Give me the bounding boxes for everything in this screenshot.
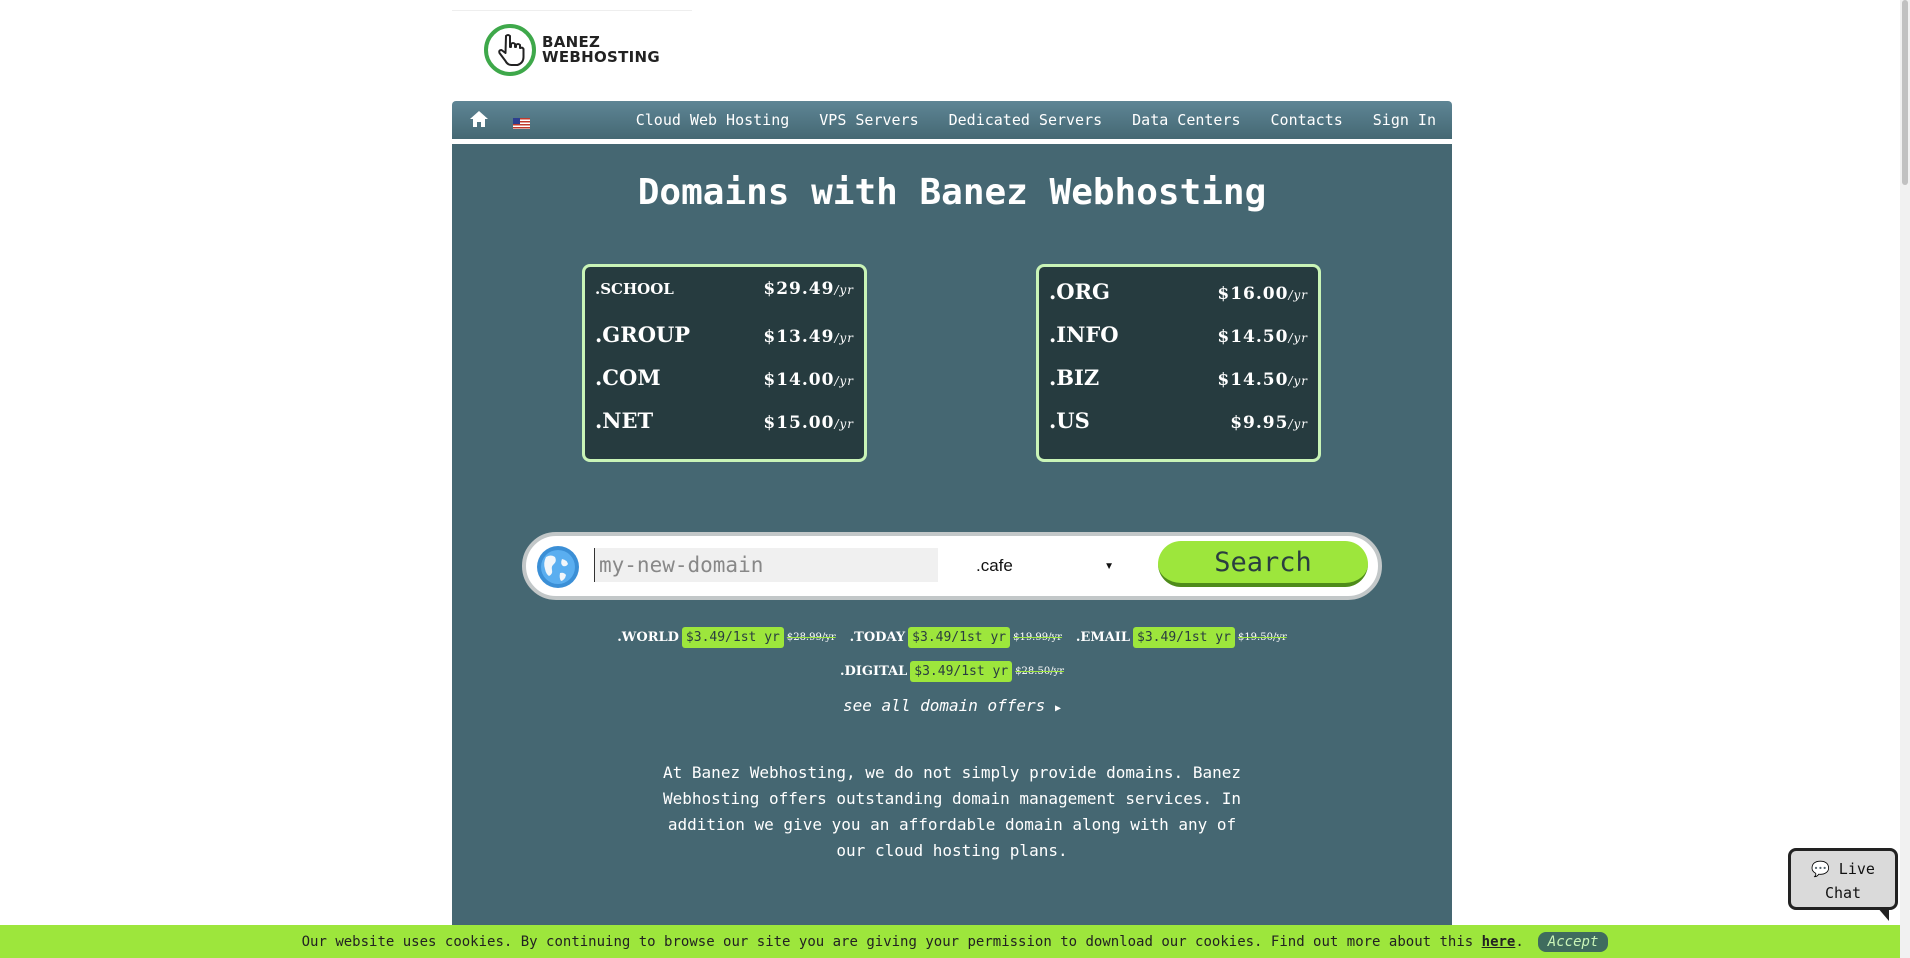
tld-price: $14.00/yr <box>763 370 854 390</box>
tld-price: $29.49/yr <box>763 279 854 299</box>
nav-links: Cloud Web Hosting VPS Servers Dedicated … <box>606 101 1436 139</box>
price-row: .ORG $16.00/yr <box>1049 279 1308 322</box>
live-chat-button[interactable]: 💬 Live Chat <box>1788 848 1898 921</box>
offer-deal: $3.49/1st yr <box>681 626 784 648</box>
page-title: Domains with Banez Webhosting <box>637 172 1267 213</box>
tld-name: .INFO <box>1049 322 1119 347</box>
live-chat-line2: Chat <box>1824 884 1862 902</box>
tld-name: .GROUP <box>595 322 691 347</box>
tld-name: .NET <box>595 408 654 433</box>
nav-vps-servers[interactable]: VPS Servers <box>819 111 918 129</box>
offer-tld: .EMAIL <box>1075 629 1131 645</box>
offer-item[interactable]: .EMAIL $3.49/1st yr $19.50/yr <box>1075 626 1287 648</box>
price-row: .INFO $14.50/yr <box>1049 322 1308 365</box>
description-text: At Banez Webhosting, we do not simply pr… <box>663 763 1241 860</box>
domain-offers: .WORLD $3.49/1st yr $28.99/yr .TODAY $3.… <box>452 620 1452 688</box>
offer-tld: .DIGITAL <box>840 663 908 679</box>
price-row: .BIZ $14.50/yr <box>1049 365 1308 408</box>
nav-cloud-web-hosting[interactable]: Cloud Web Hosting <box>636 111 790 129</box>
pointer-hand-icon <box>484 24 536 76</box>
logo-area: BANEZ WEBHOSTING <box>452 10 692 90</box>
cookie-period: . <box>1515 933 1524 950</box>
price-row: .GROUP $13.49/yr <box>595 322 854 365</box>
offer-deal: $3.49/1st yr <box>908 626 1011 648</box>
offer-line: .WORLD $3.49/1st yr $28.99/yr .TODAY $3.… <box>452 620 1452 654</box>
domain-search-input[interactable] <box>594 548 938 582</box>
price-row: .SCHOOL $29.49/yr <box>595 279 854 322</box>
offer-item[interactable]: .TODAY $3.49/1st yr $19.99/yr <box>849 626 1062 648</box>
tld-price: $14.50/yr <box>1217 327 1308 347</box>
tld-name: .ORG <box>1049 279 1110 304</box>
logo[interactable]: BANEZ WEBHOSTING <box>484 24 660 76</box>
cookie-text: Our website uses cookies. By continuing … <box>301 933 1474 950</box>
domain-search-bar: .cafe ▼ Search <box>522 532 1382 600</box>
us-flag-icon[interactable] <box>513 114 530 129</box>
nav-data-centers[interactable]: Data Centers <box>1132 111 1240 129</box>
price-row: .COM $14.00/yr <box>595 365 854 408</box>
tld-price: $9.95/yr <box>1230 413 1308 433</box>
nav-sign-in[interactable]: Sign In <box>1373 111 1436 129</box>
home-icon[interactable] <box>469 110 489 128</box>
search-button[interactable]: Search <box>1158 541 1368 587</box>
see-all-label: see all domain offers <box>843 696 1046 715</box>
globe-icon <box>536 545 580 589</box>
logo-text: BANEZ WEBHOSTING <box>542 33 661 66</box>
nav-contacts[interactable]: Contacts <box>1271 111 1343 129</box>
domains-panel: Domains with Banez Webhosting .SCHOOL $2… <box>452 144 1452 958</box>
offer-tld: .TODAY <box>849 629 906 645</box>
accept-cookies-button[interactable]: Accept <box>1537 931 1609 952</box>
live-chat-line1: Live <box>1838 860 1875 878</box>
chat-bubble-icon: 💬 <box>1811 860 1830 878</box>
main-nav: Cloud Web Hosting VPS Servers Dedicated … <box>452 101 1452 139</box>
tld-select[interactable]: .cafe ▼ <box>976 550 1126 582</box>
offer-deal: $3.49/1st yr <box>1133 626 1235 648</box>
tld-price: $15.00/yr <box>763 413 854 433</box>
see-all-offers-link[interactable]: see all domain offers ▶ <box>452 696 1452 715</box>
nav-dedicated-servers[interactable]: Dedicated Servers <box>949 111 1103 129</box>
tld-price: $14.50/yr <box>1217 370 1308 390</box>
offer-old-price: $19.50/yr <box>1237 631 1287 643</box>
price-row: .NET $15.00/yr <box>595 408 854 451</box>
offer-item[interactable]: .WORLD $3.49/1st yr $28.99/yr <box>617 626 836 648</box>
cookie-banner: Our website uses cookies. By continuing … <box>0 925 1910 958</box>
tld-name: .SCHOOL <box>595 280 674 298</box>
price-row: .US $9.95/yr <box>1049 408 1308 451</box>
tld-name: .BIZ <box>1049 365 1100 390</box>
tld-price: $16.00/yr <box>1217 284 1308 304</box>
offer-tld: .WORLD <box>617 629 679 645</box>
offer-old-price: $28.99/yr <box>786 631 836 643</box>
offer-line: .DIGITAL $3.49/1st yr $28.50/yr <box>452 654 1452 688</box>
tld-price: $13.49/yr <box>763 327 854 347</box>
tld-select-value: .cafe <box>976 556 1013 575</box>
scrollbar-thumb[interactable] <box>1902 0 1908 185</box>
offer-deal: $3.49/1st yr <box>910 660 1013 682</box>
chevron-down-icon: ▼ <box>1104 560 1114 572</box>
offer-item[interactable]: .DIGITAL $3.49/1st yr $28.50/yr <box>840 660 1064 682</box>
page-scrollbar[interactable] <box>1900 0 1910 958</box>
price-box-left: .SCHOOL $29.49/yr .GROUP $13.49/yr .COM … <box>582 264 867 462</box>
triangle-right-icon: ▶ <box>1054 703 1061 714</box>
offer-old-price: $28.50/yr <box>1015 665 1064 677</box>
tld-name: .US <box>1049 408 1090 433</box>
cookie-more-link[interactable]: here <box>1482 934 1516 950</box>
offer-old-price: $19.99/yr <box>1013 631 1062 643</box>
price-box-right: .ORG $16.00/yr .INFO $14.50/yr .BIZ $14.… <box>1036 264 1321 462</box>
tld-name: .COM <box>595 365 661 390</box>
